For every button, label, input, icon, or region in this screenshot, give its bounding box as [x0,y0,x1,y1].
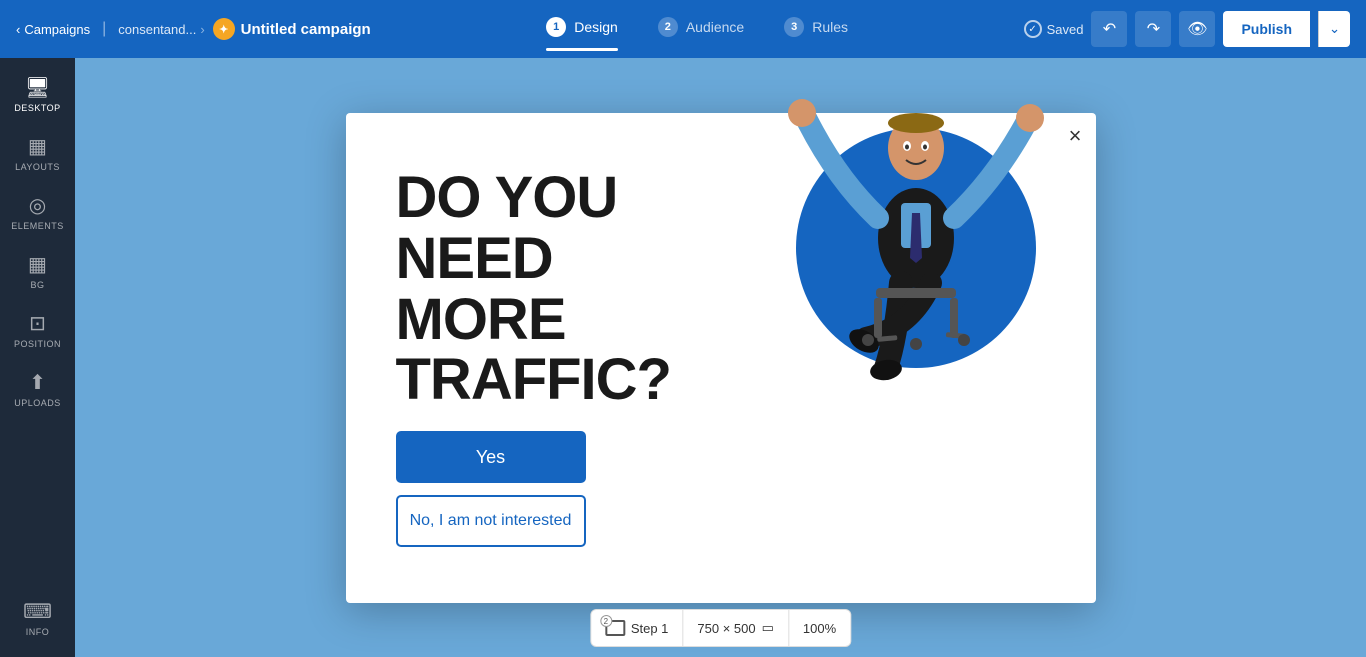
breadcrumb: consentand... › [118,22,204,37]
step-icon: 2 [605,620,625,636]
sidebar-layouts-label: LAYOUTS [15,162,60,172]
popup-headline: DO YOU NEED MORE TRAFFIC? [396,168,736,412]
bottom-controls: 2 Step 1 750 × 500 ▭ 100% [590,609,851,647]
sidebar-item-position[interactable]: ⊡ POSITION [0,304,75,359]
dimensions-value: 750 × 500 [697,621,755,636]
campaign-title-area: ✦ Untitled campaign [213,18,371,40]
desktop-icon: 🖥 [25,78,50,98]
nav-separator: | [102,20,106,38]
step-badge: 2 [600,615,612,627]
tab-design-label: Design [574,19,618,35]
popup-headline-line2: MORE TRAFFIC? [396,290,736,412]
popup-yes-button[interactable]: Yes [396,431,586,483]
publish-button[interactable]: Publish [1223,11,1310,47]
dimensions-icon: ▭ [762,620,774,636]
sidebar-item-info[interactable]: ⌨ INFO [0,592,75,647]
sidebar-item-layouts[interactable]: ▦ LAYOUTS [0,127,75,182]
popup-left-panel: DO YOU NEED MORE TRAFFIC? Yes No, I am n… [396,168,736,548]
bottom-controls-bar: 2 Step 1 750 × 500 ▭ 100% [590,609,851,647]
sidebar-item-elements[interactable]: ◎ ELEMENTS [0,186,75,241]
tab-audience[interactable]: 2 Audience [658,17,744,41]
sidebar-bg-label: BG [30,280,44,290]
sidebar-info-label: INFO [26,627,50,637]
canvas-area: × DO YOU NEED MORE TRAFFIC? Yes No, I am… [75,58,1366,657]
dimensions-display: 750 × 500 ▭ [683,610,789,646]
popup-close-button[interactable]: × [1069,125,1082,147]
nav-right-actions: ✓ Saved ↶ ↷ 👁 Publish ⌄ [1024,11,1350,47]
saved-label: Saved [1047,22,1084,37]
campaigns-label: Campaigns [24,22,90,37]
top-navigation: ‹ Campaigns | consentand... › ✦ Untitled… [0,0,1366,58]
preview-button[interactable]: 👁 [1179,11,1215,47]
redo-button[interactable]: ↷ [1135,11,1171,47]
tab-audience-num: 2 [658,17,678,37]
uploads-icon: ⬆ [29,373,46,393]
campaign-name[interactable]: Untitled campaign [241,21,371,38]
popup-buttons: Yes No, I am not interested [396,431,736,547]
sidebar-item-uploads[interactable]: ⬆ UPLOADS [0,363,75,418]
bg-icon: ▦ [28,255,47,275]
popup-modal: × DO YOU NEED MORE TRAFFIC? Yes No, I am… [346,113,1096,603]
saved-check-icon: ✓ [1024,20,1042,38]
sidebar-elements-label: ELEMENTS [11,221,64,231]
sidebar-desktop-label: DESKTOP [14,103,60,113]
layouts-icon: ▦ [28,137,47,157]
popup-no-button[interactable]: No, I am not interested [396,495,586,547]
zoom-display[interactable]: 100% [789,610,850,646]
campaigns-back-link[interactable]: ‹ Campaigns [16,22,90,37]
publish-dropdown-button[interactable]: ⌄ [1318,11,1350,47]
popup-content: DO YOU NEED MORE TRAFFIC? Yes No, I am n… [346,113,1096,603]
person-figure [786,23,1046,393]
person-illustration [786,23,1046,393]
popup-headline-line1: DO YOU NEED [396,168,736,290]
tab-design[interactable]: 1 Design [546,17,618,41]
saved-indicator: ✓ Saved [1024,20,1084,38]
back-chevron-icon: ‹ [16,22,20,37]
step-label: Step 1 [631,621,669,636]
undo-button[interactable]: ↶ [1091,11,1127,47]
elements-icon: ◎ [29,196,46,216]
tab-audience-label: Audience [686,19,744,35]
info-icon: ⌨ [23,602,52,622]
step-indicator[interactable]: 2 Step 1 [591,610,684,646]
sidebar-item-bg[interactable]: ▦ BG [0,245,75,300]
zoom-value: 100% [803,621,836,636]
tab-rules-num: 3 [784,17,804,37]
sidebar-position-label: POSITION [14,339,61,349]
tab-rules-label: Rules [812,19,848,35]
tab-rules[interactable]: 3 Rules [784,17,848,41]
tab-design-num: 1 [546,17,566,37]
position-icon: ⊡ [29,314,46,334]
sidebar-uploads-label: UPLOADS [14,398,61,408]
breadcrumb-chevron-icon: › [200,22,204,37]
campaign-icon: ✦ [213,18,235,40]
main-area: 🖥 DESKTOP ▦ LAYOUTS ◎ ELEMENTS ▦ BG ⊡ PO… [0,58,1366,657]
powered-by-label: Powered by Adoric [675,591,767,603]
sidebar: 🖥 DESKTOP ▦ LAYOUTS ◎ ELEMENTS ▦ BG ⊡ PO… [0,58,75,657]
nav-tabs: 1 Design 2 Audience 3 Rules [379,17,1016,41]
breadcrumb-site[interactable]: consentand... [118,22,196,37]
sidebar-item-desktop[interactable]: 🖥 DESKTOP [0,68,75,123]
